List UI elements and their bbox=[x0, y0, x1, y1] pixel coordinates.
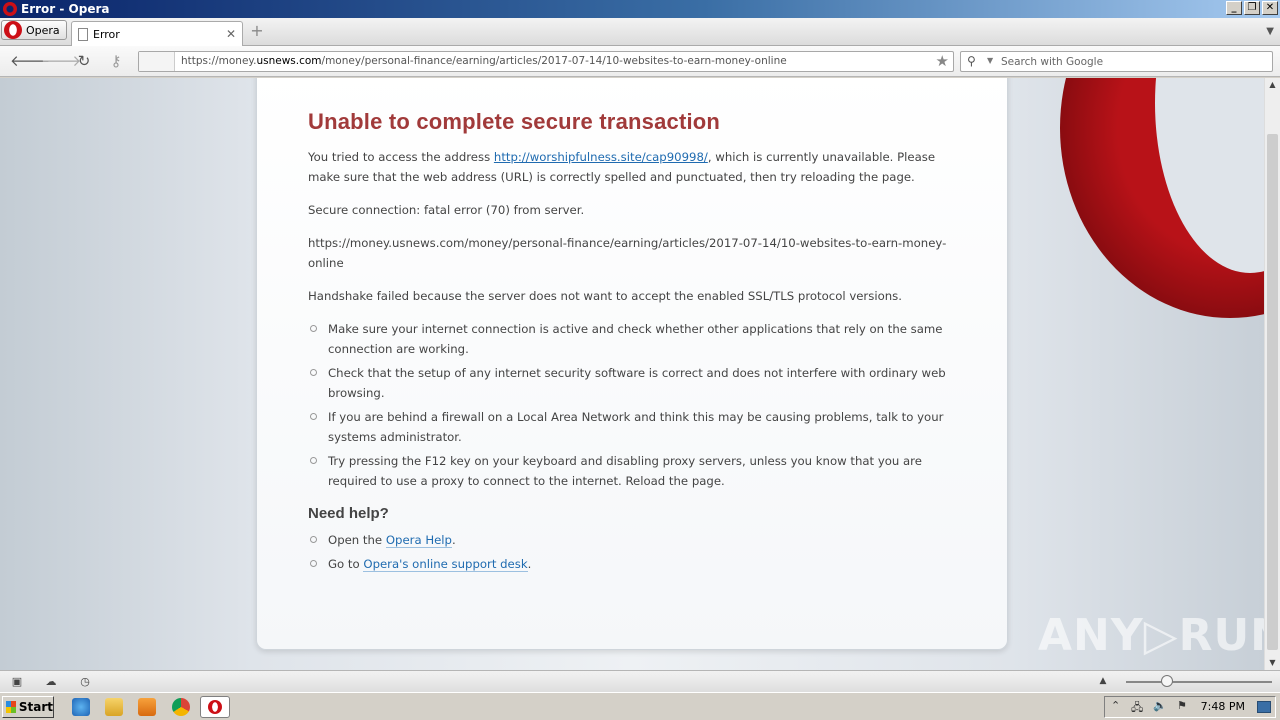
key-icon[interactable]: ⚷ bbox=[106, 52, 126, 70]
security-badge[interactable] bbox=[139, 52, 175, 71]
search-placeholder: Search with Google bbox=[1001, 56, 1104, 68]
error-intro: You tried to access the address http://w… bbox=[308, 150, 936, 184]
help-list: Open the Opera Help. Go to Opera's onlin… bbox=[308, 530, 948, 574]
opera-o-decoration-icon bbox=[1060, 78, 1264, 318]
window-title: Error - Opera bbox=[21, 2, 110, 16]
error-card: Unable to complete secure transaction Yo… bbox=[256, 78, 1008, 650]
clock[interactable]: 7:48 PM bbox=[1201, 700, 1245, 713]
tab-bar: Opera Error ✕ + ▼ bbox=[0, 18, 1280, 46]
internet-explorer-icon[interactable] bbox=[72, 698, 90, 716]
speed-dial-icon[interactable]: ◷ bbox=[78, 675, 92, 688]
minimize-button[interactable]: _ bbox=[1226, 1, 1242, 15]
scroll-up-icon[interactable]: ▲ bbox=[1265, 78, 1280, 92]
blocked-address-link[interactable]: http://worshipfulness.site/cap90998/ bbox=[494, 150, 708, 164]
opera-logo-icon bbox=[3, 2, 17, 16]
page-viewport: Unable to complete secure transaction Yo… bbox=[0, 78, 1264, 670]
plus-icon[interactable]: + bbox=[250, 23, 264, 39]
support-desk-link[interactable]: Opera's online support desk bbox=[363, 557, 528, 572]
anyrun-watermark: ANY▷RUN bbox=[1038, 610, 1264, 661]
volume-icon[interactable]: 🔈 bbox=[1153, 699, 1167, 712]
tab-title: Error bbox=[93, 27, 120, 41]
requested-url: https://money.usnews.com/money/personal-… bbox=[308, 236, 947, 270]
flag-icon[interactable]: ⚑ bbox=[1177, 699, 1187, 712]
tray-expand-icon[interactable]: ⌃ bbox=[1111, 699, 1120, 712]
vertical-scrollbar[interactable]: ▲ ▼ bbox=[1264, 78, 1280, 670]
tab-error[interactable]: Error ✕ bbox=[71, 21, 243, 46]
opera-menu-label: Opera bbox=[26, 23, 60, 37]
back-icon[interactable]: 🡐 bbox=[10, 52, 50, 70]
error-title: Unable to complete secure transaction bbox=[308, 109, 721, 134]
search-field[interactable]: ⚲ ▼ Search with Google bbox=[960, 51, 1273, 72]
list-item: Make sure your internet connection is ac… bbox=[308, 319, 948, 359]
opera-taskbar-button[interactable] bbox=[200, 696, 230, 718]
star-icon[interactable]: ★ bbox=[936, 52, 949, 70]
troubleshooting-list: Make sure your internet connection is ac… bbox=[308, 319, 948, 491]
search-engine-dropdown[interactable]: ▼ bbox=[987, 56, 993, 65]
list-item: If you are behind a firewall on a Local … bbox=[308, 407, 948, 447]
zoom-slider-track[interactable] bbox=[1126, 681, 1272, 683]
scroll-thumb[interactable] bbox=[1267, 134, 1278, 650]
list-item: Try pressing the F12 key on your keyboar… bbox=[308, 451, 948, 491]
window-controls: _ ❐ ✕ bbox=[1226, 1, 1278, 15]
opera-logo-icon bbox=[4, 21, 22, 39]
zoom-slider-thumb[interactable] bbox=[1161, 675, 1173, 687]
panel-toggle-icon[interactable]: ▣ bbox=[10, 675, 24, 688]
opera-logo-icon bbox=[208, 700, 222, 714]
forward-icon[interactable]: 🡒 bbox=[41, 52, 81, 70]
list-item: Go to Opera's online support desk. bbox=[308, 554, 948, 574]
chrome-icon[interactable] bbox=[172, 698, 190, 716]
media-player-icon[interactable] bbox=[138, 698, 156, 716]
help-heading: Need help? bbox=[308, 505, 389, 522]
address-bar[interactable]: https://money.usnews.com/money/personal-… bbox=[138, 51, 954, 72]
start-button[interactable]: Start bbox=[2, 696, 54, 718]
list-item: Check that the setup of any internet sec… bbox=[308, 363, 948, 403]
search-icon: ⚲ bbox=[967, 54, 976, 68]
taskbar: Start ⌃ 🖧 🔈 ⚑ 7:48 PM bbox=[0, 692, 1280, 720]
error-content: Unable to complete secure transaction Yo… bbox=[308, 109, 948, 578]
scroll-down-icon[interactable]: ▼ bbox=[1265, 656, 1280, 670]
system-tray: ⌃ 🖧 🔈 ⚑ 7:48 PM bbox=[1104, 696, 1276, 718]
page-icon bbox=[78, 27, 88, 41]
close-window-button[interactable]: ✕ bbox=[1262, 1, 1278, 15]
reload-icon[interactable]: ↻ bbox=[74, 52, 94, 70]
opera-help-link[interactable]: Opera Help bbox=[385, 533, 452, 548]
chevron-up-icon[interactable]: ▲ bbox=[1096, 675, 1110, 688]
opera-menu-button[interactable]: Opera bbox=[1, 20, 67, 40]
folder-icon[interactable] bbox=[105, 698, 123, 716]
window-titlebar: Error - Opera _ ❐ ✕ bbox=[0, 0, 1280, 18]
show-desktop-icon[interactable] bbox=[1257, 701, 1271, 713]
windows-flag-icon bbox=[6, 701, 16, 713]
handshake-message: Handshake failed because the server does… bbox=[308, 289, 902, 303]
start-label: Start bbox=[18, 700, 53, 714]
status-bar: ▣ ☁ ◷ ▲ bbox=[0, 670, 1280, 692]
navigation-bar: 🡐 🡒 ↻ ⚷ https://money.usnews.com/money/p… bbox=[0, 46, 1280, 77]
address-url[interactable]: https://money.usnews.com/money/personal-… bbox=[181, 55, 787, 67]
network-icon[interactable]: 🖧 bbox=[1131, 699, 1143, 718]
chevron-down-icon[interactable]: ▼ bbox=[1266, 26, 1274, 37]
secure-connection-message: Secure connection: fatal error (70) from… bbox=[308, 203, 585, 217]
cloud-icon[interactable]: ☁ bbox=[44, 675, 58, 688]
list-item: Open the Opera Help. bbox=[308, 530, 948, 550]
restore-button[interactable]: ❐ bbox=[1244, 1, 1260, 15]
close-icon[interactable]: ✕ bbox=[226, 27, 236, 41]
